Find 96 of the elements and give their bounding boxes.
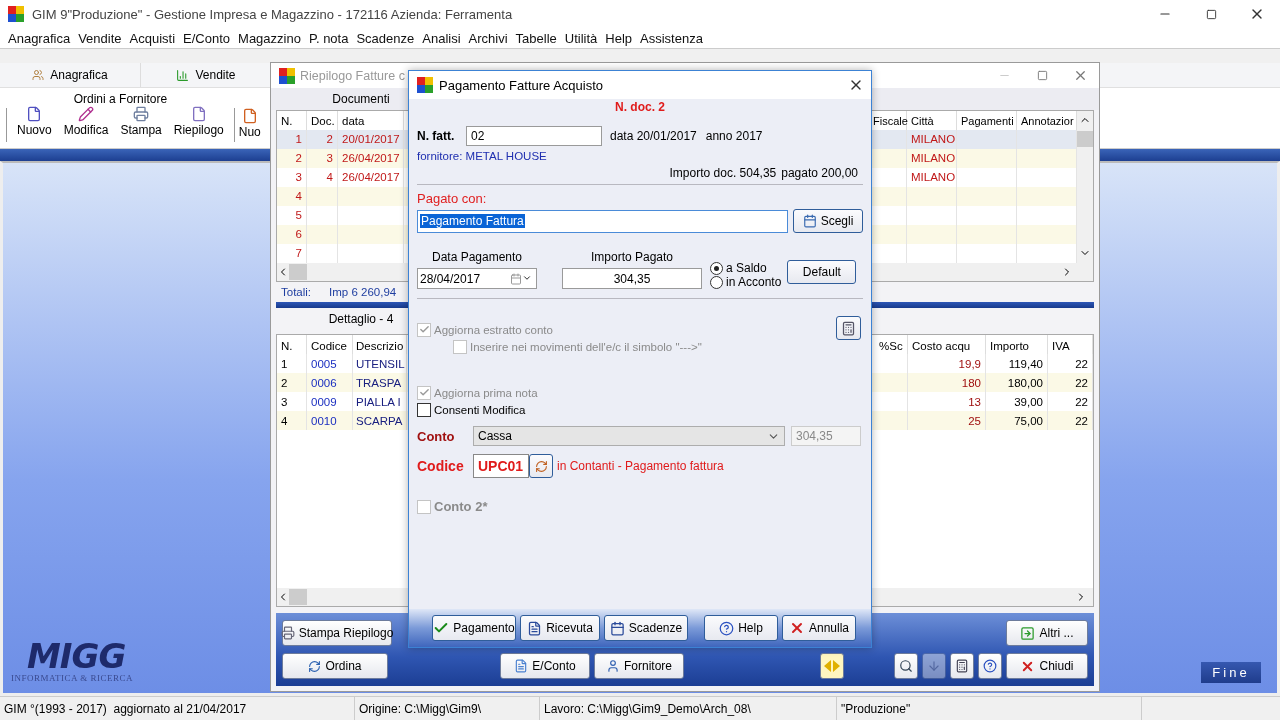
ribbon-button[interactable]: Modifica bbox=[59, 106, 113, 137]
status-text: "Produzione" bbox=[837, 697, 1142, 720]
invoice-year: anno 2017 bbox=[705, 129, 763, 143]
menu-item[interactable]: Assistenza bbox=[636, 30, 707, 46]
field-label: Data Pagamento bbox=[431, 250, 523, 264]
supplier-name: fornitore: METAL HOUSE bbox=[417, 150, 547, 162]
ribbon-button[interactable]: Nuovo bbox=[13, 106, 56, 137]
ribbon-button[interactable]: Nuo bbox=[234, 108, 265, 148]
menu-item[interactable]: Help bbox=[601, 30, 637, 46]
status-text: GIM °(1993 - 2017) aggiornato al 21/04/2017 bbox=[0, 697, 355, 720]
checkbox-label: Aggiorna estratto conto bbox=[434, 323, 553, 336]
menu-item[interactable]: Tabelle bbox=[511, 30, 561, 46]
table-cell: 26/04/2017 bbox=[338, 167, 404, 187]
field-label: Codice bbox=[417, 458, 465, 474]
menu-item[interactable]: Vendite bbox=[74, 30, 126, 46]
menu-item[interactable]: Archivi bbox=[464, 30, 512, 46]
radio-option[interactable]: a Saldo bbox=[710, 261, 782, 275]
supplier-button[interactable]: Fornitore bbox=[594, 653, 684, 679]
totals-label: Totali: bbox=[281, 286, 312, 299]
checkbox-label: Inserire nei movimenti dell'e/c il simbolo "--->" bbox=[470, 340, 702, 353]
table-cell: 3 bbox=[307, 148, 338, 168]
exit-button[interactable]: Fine bbox=[1201, 662, 1261, 683]
table-cell: 2 bbox=[307, 129, 338, 149]
document-amount: Importo doc. 504,35 bbox=[669, 166, 777, 180]
table-cell: SCARPA bbox=[353, 411, 407, 431]
table-cell: 75,00 bbox=[986, 411, 1048, 431]
statement-button[interactable]: E/Conto bbox=[500, 653, 590, 679]
menu-item[interactable]: Utilità bbox=[560, 30, 602, 46]
status-text: Lavoro: C:\Migg\Gim9_Demo\Arch_08\ bbox=[540, 697, 837, 720]
paid-amount: pagato 200,00 bbox=[781, 166, 858, 180]
due-dates-button[interactable]: Scadenze bbox=[604, 615, 688, 641]
table-cell: 1 bbox=[277, 129, 307, 149]
menu-item[interactable]: P. nota bbox=[304, 30, 353, 46]
date-picker[interactable]: 28/04/2017 bbox=[417, 268, 537, 289]
invoice-date: data 20/01/2017 bbox=[610, 129, 697, 143]
field-label: Importo Pagato bbox=[590, 250, 674, 264]
invoice-number-field[interactable]: 02 bbox=[466, 126, 602, 146]
ribbon-button[interactable]: Stampa bbox=[116, 106, 166, 137]
menu-item[interactable]: E/Conto bbox=[179, 30, 235, 46]
menu-item[interactable]: Scadenze bbox=[352, 30, 419, 46]
status-text: Origine: C:\Migg\Gim9\ bbox=[355, 697, 540, 720]
table-cell: 4 bbox=[307, 167, 338, 187]
radio-option[interactable]: in Acconto bbox=[710, 275, 782, 289]
menu-item[interactable]: Acquisti bbox=[125, 30, 180, 46]
code-description: in Contanti - Pagamento fattura bbox=[557, 459, 724, 473]
checkbox-label: Conto 2* bbox=[434, 499, 488, 514]
ribbon-button[interactable]: Riepilogo bbox=[169, 106, 228, 137]
table-cell: 22 bbox=[1048, 411, 1093, 431]
radio-label: in Acconto bbox=[726, 275, 782, 289]
window-title: Riepilogo Fatture c bbox=[300, 68, 406, 83]
field-label: N. fatt. bbox=[417, 129, 456, 143]
field-label: Conto bbox=[417, 428, 456, 444]
checkbox-label: Consenti Modifica bbox=[434, 403, 526, 416]
group-label: Ordini a Fornitore bbox=[73, 92, 168, 106]
dialog-title: Pagamento Fatture Acquisto bbox=[439, 77, 605, 93]
field-label: Pagato con: bbox=[417, 191, 487, 206]
table-cell: 6 bbox=[277, 224, 307, 244]
window-title: GIM 9"Produzione" - Gestione Impresa e Magazzino - 172116 Azienda: Ferramenta bbox=[32, 6, 514, 22]
table-cell: MILANO bbox=[907, 148, 957, 168]
table-cell: 4 bbox=[277, 186, 307, 206]
table-cell: 3 bbox=[277, 167, 307, 187]
table-cell: 25 bbox=[908, 411, 986, 431]
pay-button[interactable]: Pagamento bbox=[432, 615, 516, 641]
choose-button[interactable]: Scegli bbox=[793, 209, 863, 233]
sort-button[interactable]: Ordina bbox=[282, 653, 388, 679]
close-button[interactable]: Chiudi bbox=[1006, 653, 1088, 679]
more-button[interactable]: Altri ... bbox=[1006, 620, 1088, 646]
table-cell: 26/04/2017 bbox=[338, 148, 404, 168]
receipt-button[interactable]: Ricevuta bbox=[520, 615, 600, 641]
checkbox-label: Aggiorna prima nota bbox=[434, 386, 538, 399]
table-cell: MILANO bbox=[907, 167, 957, 187]
code-field[interactable]: UPC01 bbox=[473, 454, 529, 478]
table-cell: MILANO bbox=[907, 129, 957, 149]
amount-paid-field[interactable]: 304,35 bbox=[562, 268, 702, 289]
menu-item[interactable]: Magazzino bbox=[234, 30, 305, 46]
section-title: Documenti bbox=[331, 91, 391, 106]
cancel-button[interactable]: Annulla bbox=[782, 615, 856, 641]
table-cell: 0010 bbox=[307, 411, 353, 431]
table-cell: 4 bbox=[277, 411, 307, 431]
table-cell: 5 bbox=[277, 205, 307, 225]
company-logo: MIGG INFORMATICA & RICERCA bbox=[11, 639, 133, 683]
paid-with-field[interactable]: Pagamento Fattura bbox=[417, 209, 788, 233]
totals-value: Imp 6 260,94 bbox=[329, 286, 397, 299]
toolbar-tab[interactable]: Anagrafica bbox=[0, 63, 141, 87]
document-number: N. doc. 2 bbox=[615, 100, 665, 114]
table-cell: 7 bbox=[277, 243, 307, 263]
radio-label: a Saldo bbox=[726, 261, 767, 275]
default-button[interactable]: Default bbox=[787, 260, 857, 284]
menu-item[interactable]: Anagrafica bbox=[4, 30, 75, 46]
table-cell: 20/01/2017 bbox=[338, 129, 404, 149]
table-cell: 2 bbox=[277, 148, 307, 168]
section-title: Dettaglio - 4 bbox=[327, 312, 395, 327]
help-button[interactable]: Help bbox=[704, 615, 778, 641]
menu-item[interactable]: Analisi bbox=[418, 30, 465, 46]
account-dropdown[interactable]: Cassa bbox=[473, 426, 785, 446]
account-amount-field: 304,35 bbox=[791, 426, 861, 446]
